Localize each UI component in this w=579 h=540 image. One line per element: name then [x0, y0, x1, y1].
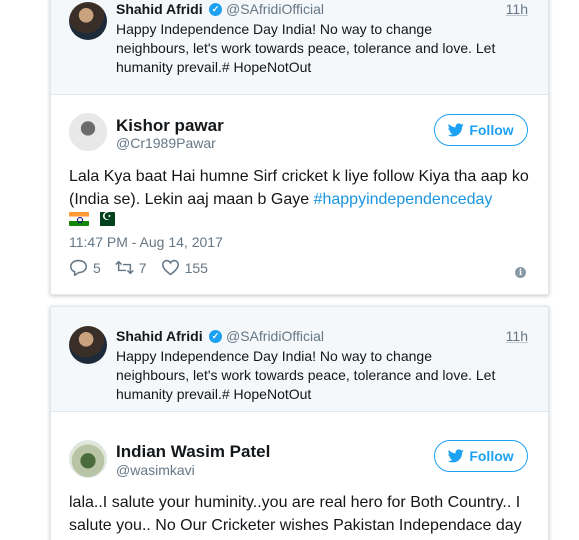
avatar[interactable] [69, 326, 107, 364]
like-count: 155 [184, 259, 208, 276]
quoted-timestamp[interactable]: 11h [506, 1, 528, 17]
twitter-bird-icon [448, 123, 465, 137]
quoted-author-name[interactable]: Shahid Afridi [116, 328, 203, 344]
retweet-icon [115, 260, 134, 275]
hashtag-link[interactable]: #happyindependenceday [314, 191, 493, 208]
avatar[interactable] [69, 440, 107, 478]
tweet-card-kishor: Shahid Afridi ✓ @SAfridiOfficial 11h Hap… [50, 0, 549, 295]
retweet-button[interactable]: 7 [115, 259, 147, 276]
author-handle[interactable]: @wasimkavi [116, 462, 195, 478]
reply-count: 5 [93, 259, 101, 276]
follow-label: Follow [469, 122, 514, 138]
tweet-text: Lala Kya baat Hai humne Sirf cricket k l… [69, 165, 534, 211]
verified-icon: ✓ [209, 3, 222, 16]
tweet-card-wasim: Shahid Afridi ✓ @SAfridiOfficial 11h Hap… [50, 306, 549, 540]
verified-icon: ✓ [209, 330, 222, 343]
avatar[interactable] [69, 2, 107, 40]
follow-button[interactable]: Follow [434, 440, 528, 472]
author-name[interactable]: Indian Wasim Patel [116, 442, 270, 462]
tweet-actions: 5 7 155 [69, 259, 208, 276]
india-flag-icon [69, 212, 89, 226]
emoji-flags [69, 210, 115, 226]
pakistan-flag-icon [95, 210, 115, 226]
quoted-author-handle[interactable]: @SAfridiOfficial [226, 328, 324, 344]
quoted-author-name[interactable]: Shahid Afridi [116, 1, 203, 17]
quoted-author-handle[interactable]: @SAfridiOfficial [226, 1, 324, 17]
author-handle[interactable]: @Cr1989Pawar [116, 135, 216, 151]
like-button[interactable]: 155 [161, 259, 208, 276]
reply-icon [69, 259, 88, 276]
follow-label: Follow [469, 448, 514, 464]
tweet-text: lala..I salute your huminity..you are re… [69, 494, 522, 534]
quoted-timestamp[interactable]: 11h [506, 328, 528, 344]
quoted-tweet-text: Happy Independence Day India! No way to … [116, 21, 496, 75]
like-icon [161, 259, 179, 276]
author-name[interactable]: Kishor pawar [116, 116, 224, 136]
quoted-tweet[interactable]: Shahid Afridi ✓ @SAfridiOfficial 11h Hap… [51, 307, 548, 412]
quoted-tweet[interactable]: Shahid Afridi ✓ @SAfridiOfficial 11h Hap… [51, 0, 548, 95]
retweet-count: 7 [138, 259, 147, 276]
reply-button[interactable]: 5 [69, 259, 101, 276]
avatar[interactable] [69, 113, 107, 151]
twitter-bird-icon [448, 449, 465, 463]
tweet-timestamp[interactable]: 11:47 PM - Aug 14, 2017 [69, 234, 223, 250]
info-icon[interactable]: i [515, 267, 526, 278]
quoted-tweet-text: Happy Independence Day India! No way to … [116, 348, 496, 402]
follow-button[interactable]: Follow [434, 114, 528, 146]
